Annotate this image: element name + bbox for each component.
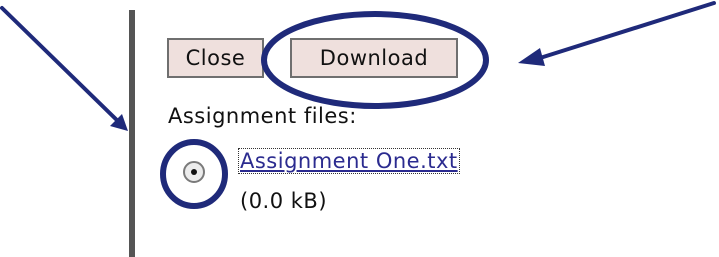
arrow-to-download-head bbox=[518, 48, 545, 66]
download-button[interactable]: Download bbox=[290, 38, 458, 78]
arrow-to-divider bbox=[0, 6, 126, 129]
panel-divider bbox=[129, 10, 135, 257]
assignment-file-size: (0.0 kB) bbox=[240, 189, 328, 213]
file-radio-button[interactable] bbox=[183, 161, 205, 183]
close-button[interactable]: Close bbox=[167, 38, 264, 78]
assignment-file-link[interactable]: Assignment One.txt bbox=[238, 148, 460, 174]
arrow-to-divider-head bbox=[110, 114, 128, 131]
radio-selected-dot bbox=[191, 169, 197, 175]
arrow-to-download bbox=[538, 1, 716, 60]
assignment-files-label: Assignment files: bbox=[168, 104, 357, 128]
